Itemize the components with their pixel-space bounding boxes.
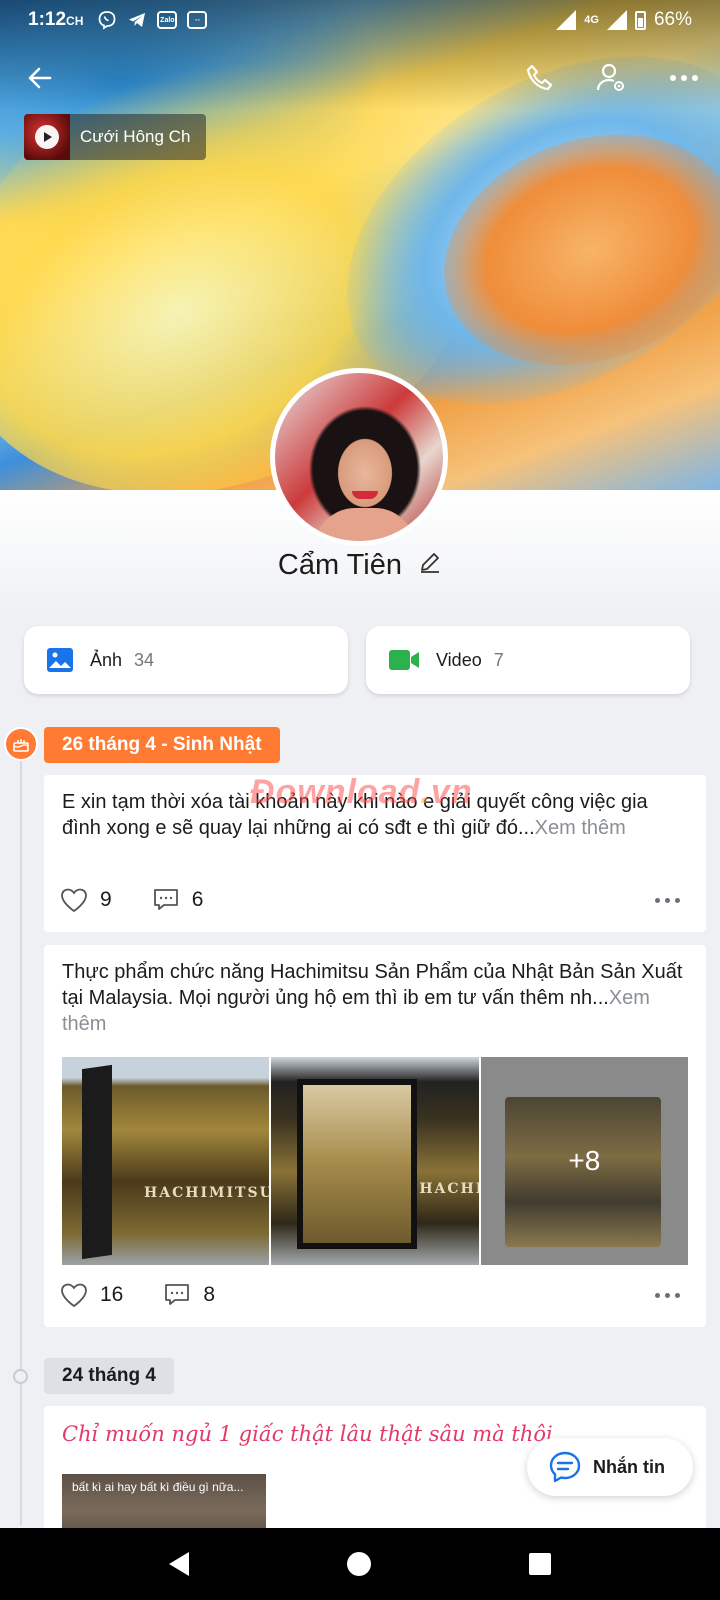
photos-count: 34 xyxy=(134,649,155,670)
phone-icon xyxy=(526,64,553,91)
avatar[interactable] xyxy=(270,368,448,546)
message-button[interactable]: Nhắn tin xyxy=(527,1438,693,1496)
timeline-dot xyxy=(13,1369,28,1384)
network-type: 4G xyxy=(584,14,599,26)
profile-name: Cẩm Tiên xyxy=(277,548,403,581)
post-more-icon[interactable] xyxy=(655,1292,690,1298)
system-home-button[interactable] xyxy=(347,1552,371,1576)
comment-icon xyxy=(153,889,178,910)
comment-count: 8 xyxy=(203,1283,216,1306)
see-more-link[interactable]: Xem thêm xyxy=(535,817,626,839)
wifi-signal-icon xyxy=(556,10,577,30)
viber-icon xyxy=(97,10,117,30)
message-button-label: Nhắn tin xyxy=(593,1456,665,1477)
like-count: 16 xyxy=(100,1283,124,1306)
watermark: Đownload.vn xyxy=(250,773,473,811)
photo-detail xyxy=(297,1079,418,1249)
video-camera-icon xyxy=(389,650,419,670)
post-text: Thực phẩm chức năng Hachimitsu Sản Phẩm … xyxy=(62,961,683,1035)
profile-music-chip[interactable]: Cưới Hông Ch xyxy=(24,114,206,160)
user-gear-icon xyxy=(596,63,624,91)
comment-button[interactable]: 8 xyxy=(163,1282,215,1308)
status-time: 1:12CH xyxy=(28,9,84,30)
battery-level: 66% xyxy=(653,9,692,30)
birthday-date-chip: 26 tháng 4 - Sinh Nhật xyxy=(44,727,280,763)
date-chip: 24 tháng 4 xyxy=(44,1358,174,1394)
image-icon xyxy=(47,648,73,672)
system-recents-button[interactable] xyxy=(529,1553,551,1575)
product-label: HACHI xyxy=(419,1181,479,1197)
comment-count: 6 xyxy=(191,888,204,911)
product-label: HACHIMITSU xyxy=(144,1185,270,1201)
more-options-button[interactable] xyxy=(658,52,710,104)
birthday-cake-icon xyxy=(4,727,38,761)
post-photo-more[interactable]: +8 xyxy=(480,1057,688,1265)
timeline-post[interactable]: Thực phẩm chức năng Hachimitsu Sản Phẩm … xyxy=(44,945,706,1327)
chat-bubble-icon xyxy=(549,1451,581,1483)
photos-label: Ảnh xyxy=(90,649,123,670)
back-button[interactable] xyxy=(14,52,66,104)
more-photos-count: +8 xyxy=(568,1145,601,1176)
system-back-button[interactable] xyxy=(169,1552,189,1576)
videos-count: 7 xyxy=(493,649,504,670)
music-title: Cưới Hông Ch xyxy=(80,127,191,146)
photos-button[interactable]: Ảnh 34 xyxy=(24,626,348,694)
post-photo[interactable]: HACHI xyxy=(271,1057,479,1265)
system-nav-bar xyxy=(0,1528,720,1600)
video-caption: bất kì ai hay bất kì điều gì nữa... xyxy=(72,1480,244,1494)
messenger-icon: ◦◦ xyxy=(187,11,208,29)
zalo-icon: Zalo xyxy=(157,11,178,29)
top-nav xyxy=(0,52,720,108)
comment-button[interactable]: 6 xyxy=(152,887,204,913)
more-horizontal-icon xyxy=(670,75,698,81)
post-more-icon[interactable] xyxy=(655,897,690,903)
avatar-detail xyxy=(315,508,415,541)
call-button[interactable] xyxy=(514,52,566,104)
telegram-icon xyxy=(127,10,147,30)
comment-icon xyxy=(165,1284,190,1305)
battery-icon xyxy=(634,10,646,30)
like-count: 9 xyxy=(100,888,112,911)
videos-button[interactable]: Video 7 xyxy=(366,626,690,694)
heart-icon xyxy=(61,888,87,913)
status-right: 4G 66% xyxy=(556,9,692,31)
avatar-detail xyxy=(352,491,378,499)
photo-detail xyxy=(82,1064,112,1260)
timeline-line xyxy=(20,745,22,1525)
like-button[interactable]: 9 xyxy=(60,887,112,913)
profile-name-row: Cẩm Tiên xyxy=(0,548,720,582)
cell-signal-icon xyxy=(606,10,627,30)
play-icon xyxy=(35,125,59,149)
post-photo-grid: HACHIMITSU HACHI +8 xyxy=(62,1057,688,1265)
arrow-left-icon xyxy=(28,67,52,89)
like-button[interactable]: 16 xyxy=(60,1282,123,1308)
profile-settings-button[interactable] xyxy=(586,52,638,104)
music-thumbnail xyxy=(24,114,70,160)
post-actions: 9 6 xyxy=(60,880,690,920)
pencil-icon[interactable] xyxy=(418,549,442,582)
post-photo[interactable]: HACHIMITSU xyxy=(62,1057,270,1265)
post-actions: 16 8 xyxy=(60,1275,690,1315)
heart-icon xyxy=(61,1283,87,1308)
videos-label: Video xyxy=(436,649,482,670)
status-bar: 1:12CH Zalo ◦◦ 4G 66% xyxy=(0,0,720,40)
